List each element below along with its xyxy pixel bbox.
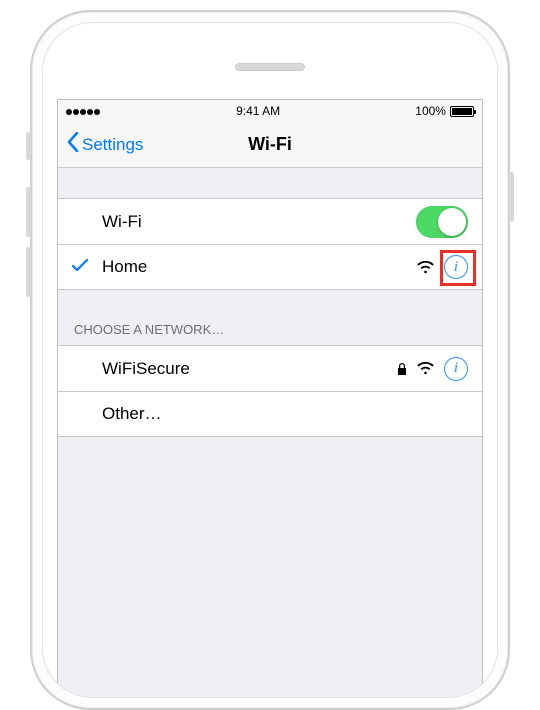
other-network-row[interactable]: Other… [58, 391, 482, 437]
info-button[interactable]: i [444, 357, 468, 381]
phone-speaker [235, 63, 305, 71]
battery-percent: 100% [415, 104, 446, 118]
nav-bar: Settings Wi-Fi [58, 122, 482, 168]
choose-network-header: CHOOSE A NETWORK… [58, 322, 482, 345]
back-button[interactable]: Settings [66, 132, 143, 157]
back-label: Settings [82, 135, 143, 155]
lock-icon [397, 362, 407, 376]
other-label: Other… [102, 404, 468, 424]
connected-network-row[interactable]: Home i [58, 244, 482, 290]
battery-icon [450, 106, 474, 117]
info-button[interactable]: i [444, 255, 468, 279]
status-time: 9:41 AM [236, 104, 280, 118]
wifi-toggle-row: Wi-Fi [58, 198, 482, 244]
signal-dots-icon [66, 104, 101, 118]
status-bar: 9:41 AM 100% [58, 100, 482, 122]
wifi-toggle-label: Wi-Fi [74, 212, 416, 232]
wifi-signal-icon [417, 362, 434, 375]
chevron-left-icon [66, 132, 80, 157]
network-row[interactable]: WiFiSecure i [58, 345, 482, 391]
wifi-group: Wi-Fi Home i [58, 198, 482, 290]
network-name: WiFiSecure [102, 359, 397, 379]
screen: 9:41 AM 100% Settings Wi-Fi [57, 99, 483, 698]
checkmark-icon [72, 258, 88, 277]
wifi-signal-icon [417, 261, 434, 274]
choose-network-group: CHOOSE A NETWORK… WiFiSecure i Othe [58, 322, 482, 437]
wifi-toggle[interactable] [416, 206, 468, 238]
battery-indicator: 100% [415, 104, 474, 118]
connected-network-name: Home [102, 257, 417, 277]
